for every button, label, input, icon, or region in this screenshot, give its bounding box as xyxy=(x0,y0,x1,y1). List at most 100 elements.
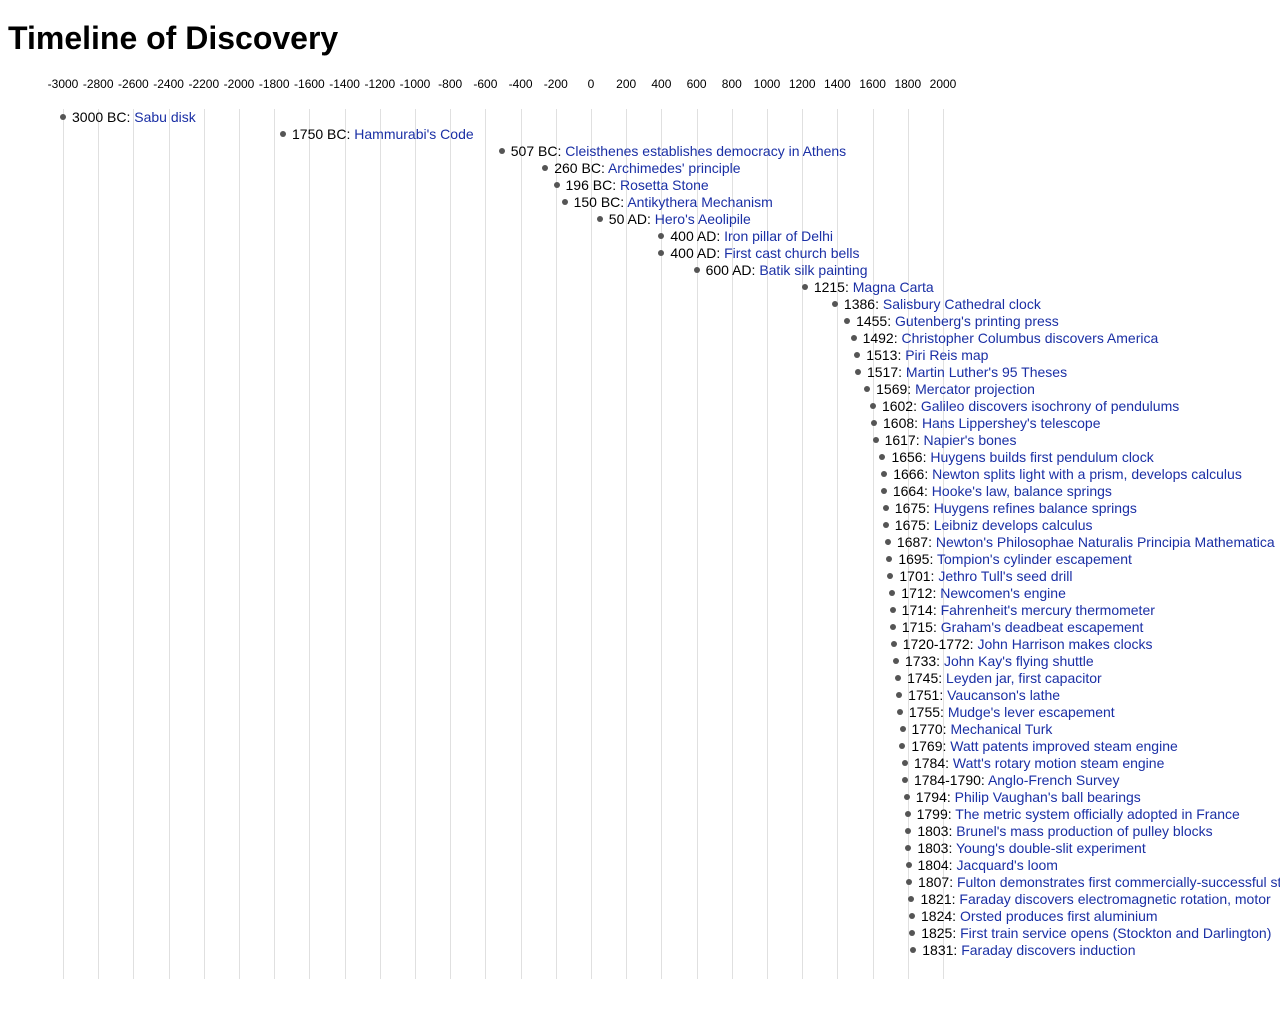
event-row: 1733: John Kay's flying shuttle xyxy=(8,653,1280,670)
event-link[interactable]: Leyden jar, first capacitor xyxy=(946,670,1102,686)
timeline: -3000-2800-2600-2400-2200-2000-1800-1600… xyxy=(8,77,1280,979)
event-link[interactable]: Philip Vaughan's ball bearings xyxy=(955,789,1141,805)
event-link[interactable]: First train service opens (Stockton and … xyxy=(960,925,1271,941)
event-date: 1695 xyxy=(898,551,929,567)
event-link[interactable]: Sabu disk xyxy=(134,109,195,125)
event-link[interactable]: Christopher Columbus discovers America xyxy=(902,330,1159,346)
event-date: 260 BC xyxy=(554,160,601,176)
event-link[interactable]: Newton splits light with a prism, develo… xyxy=(932,466,1242,482)
event-link[interactable]: Iron pillar of Delhi xyxy=(724,228,833,244)
event-dot-icon xyxy=(597,216,603,222)
event-link[interactable]: The metric system officially adopted in … xyxy=(955,806,1240,822)
event-dot-icon xyxy=(890,607,896,613)
event-link[interactable]: Galileo discovers isochrony of pendulums xyxy=(921,398,1179,414)
event-link[interactable]: Brunel's mass production of pulley block… xyxy=(956,823,1212,839)
event-link[interactable]: Huygens builds first pendulum clock xyxy=(930,449,1153,465)
event-link[interactable]: John Kay's flying shuttle xyxy=(944,653,1094,669)
event-link[interactable]: Piri Reis map xyxy=(905,347,988,363)
event-link[interactable]: Antikythera Mechanism xyxy=(627,194,773,210)
event-link[interactable]: Cleisthenes establishes democracy in Ath… xyxy=(565,143,846,159)
event-dot-icon xyxy=(851,335,857,341)
event-row: 1769: Watt patents improved steam engine xyxy=(8,738,1280,755)
event-date: 400 AD xyxy=(670,228,716,244)
event-link[interactable]: Watt's rotary motion steam engine xyxy=(953,755,1164,771)
event-dot-icon xyxy=(902,760,908,766)
event-dot-icon xyxy=(854,352,860,358)
event-link[interactable]: Orsted produces first aluminium xyxy=(960,908,1158,924)
event-row: 1803: Young's double-slit experiment xyxy=(8,840,1280,857)
event-dot-icon xyxy=(906,862,912,868)
event-row: 1664: Hooke's law, balance springs xyxy=(8,483,1280,500)
event-separator: : xyxy=(894,330,902,346)
event-link[interactable]: Young's double-slit experiment xyxy=(956,840,1146,856)
event-link[interactable]: Faraday discovers electromagnetic rotati… xyxy=(959,891,1270,907)
event-row: 1617: Napier's bones xyxy=(8,432,1280,449)
event-link[interactable]: Fulton demonstrates first commercially-s… xyxy=(957,874,1280,890)
event-link[interactable]: Rosetta Stone xyxy=(620,177,709,193)
event-link[interactable]: Mercator projection xyxy=(915,381,1035,397)
event-link[interactable]: John Harrison makes clocks xyxy=(977,636,1152,652)
event-date: 1675 xyxy=(895,517,926,533)
event-separator: : xyxy=(926,517,934,533)
event-date: 1617 xyxy=(885,432,916,448)
event-link[interactable]: Mechanical Turk xyxy=(950,721,1052,737)
event-link[interactable]: Newcomen's engine xyxy=(940,585,1066,601)
event-date: 1720-1772 xyxy=(903,636,970,652)
event-row: 507 BC: Cleisthenes establishes democrac… xyxy=(8,143,1280,160)
event-link[interactable]: Tompion's cylinder escapement xyxy=(937,551,1132,567)
timeline-axis: -3000-2800-2600-2400-2200-2000-1800-1600… xyxy=(8,77,1280,109)
event-link[interactable]: Faraday discovers induction xyxy=(961,942,1135,958)
event-link[interactable]: Batik silk painting xyxy=(759,262,867,278)
event-link[interactable]: Jethro Tull's seed drill xyxy=(938,568,1072,584)
event-link[interactable]: First cast church bells xyxy=(724,245,859,261)
event-dot-icon xyxy=(870,403,876,409)
event-link[interactable]: Watt patents improved steam engine xyxy=(950,738,1178,754)
event-link[interactable]: Fahrenheit's mercury thermometer xyxy=(941,602,1155,618)
axis-tick: 0 xyxy=(588,77,595,91)
axis-tick: 1400 xyxy=(824,77,851,91)
event-dot-icon xyxy=(900,726,906,732)
event-link[interactable]: Jacquard's loom xyxy=(956,857,1058,873)
event-row: 196 BC: Rosetta Stone xyxy=(8,177,1280,194)
event-date: 1733 xyxy=(905,653,936,669)
event-link[interactable]: Magna Carta xyxy=(853,279,934,295)
event-link[interactable]: Salisbury Cathedral clock xyxy=(883,296,1041,312)
event-link[interactable]: Vaucanson's lathe xyxy=(947,687,1060,703)
event-date: 400 AD xyxy=(670,245,716,261)
event-link[interactable]: Huygens refines balance springs xyxy=(934,500,1137,516)
event-dot-icon xyxy=(881,471,887,477)
event-separator: : xyxy=(952,925,960,941)
event-separator: : xyxy=(981,772,988,788)
event-link[interactable]: Graham's deadbeat escapement xyxy=(941,619,1144,635)
event-link[interactable]: Hooke's law, balance springs xyxy=(932,483,1112,499)
event-date: 1799 xyxy=(917,806,948,822)
event-separator: : xyxy=(952,908,960,924)
event-separator: : xyxy=(936,653,944,669)
axis-tick: 400 xyxy=(651,77,671,91)
event-row: 1799: The metric system officially adopt… xyxy=(8,806,1280,823)
event-link[interactable]: Leibniz develops calculus xyxy=(934,517,1093,533)
event-link[interactable]: Gutenberg's printing press xyxy=(895,313,1059,329)
event-link[interactable]: Martin Luther's 95 Theses xyxy=(906,364,1067,380)
event-separator: : xyxy=(875,296,883,312)
event-row: 400 AD: First cast church bells xyxy=(8,245,1280,262)
event-row: 1656: Huygens builds first pendulum cloc… xyxy=(8,449,1280,466)
event-link[interactable]: Anglo-French Survey xyxy=(988,772,1120,788)
event-dot-icon xyxy=(893,658,899,664)
event-date: 1386 xyxy=(844,296,875,312)
event-link[interactable]: Archimedes' principle xyxy=(608,160,741,176)
event-link[interactable]: Hero's Aeolipile xyxy=(655,211,751,227)
event-link[interactable]: Mudge's lever escapement xyxy=(948,704,1115,720)
event-row: 1517: Martin Luther's 95 Theses xyxy=(8,364,1280,381)
event-separator: : xyxy=(947,789,955,805)
event-link[interactable]: Hammurabi's Code xyxy=(354,126,473,142)
event-link[interactable]: Napier's bones xyxy=(924,432,1017,448)
event-separator: : xyxy=(913,398,921,414)
event-row: 1602: Galileo discovers isochrony of pen… xyxy=(8,398,1280,415)
event-date: 1751 xyxy=(908,687,939,703)
event-link[interactable]: Newton's Philosophae Naturalis Principia… xyxy=(936,534,1275,550)
event-link[interactable]: Hans Lippershey's telescope xyxy=(922,415,1101,431)
axis-tick: -400 xyxy=(509,77,533,91)
event-dot-icon xyxy=(60,114,66,120)
event-separator: : xyxy=(716,228,724,244)
